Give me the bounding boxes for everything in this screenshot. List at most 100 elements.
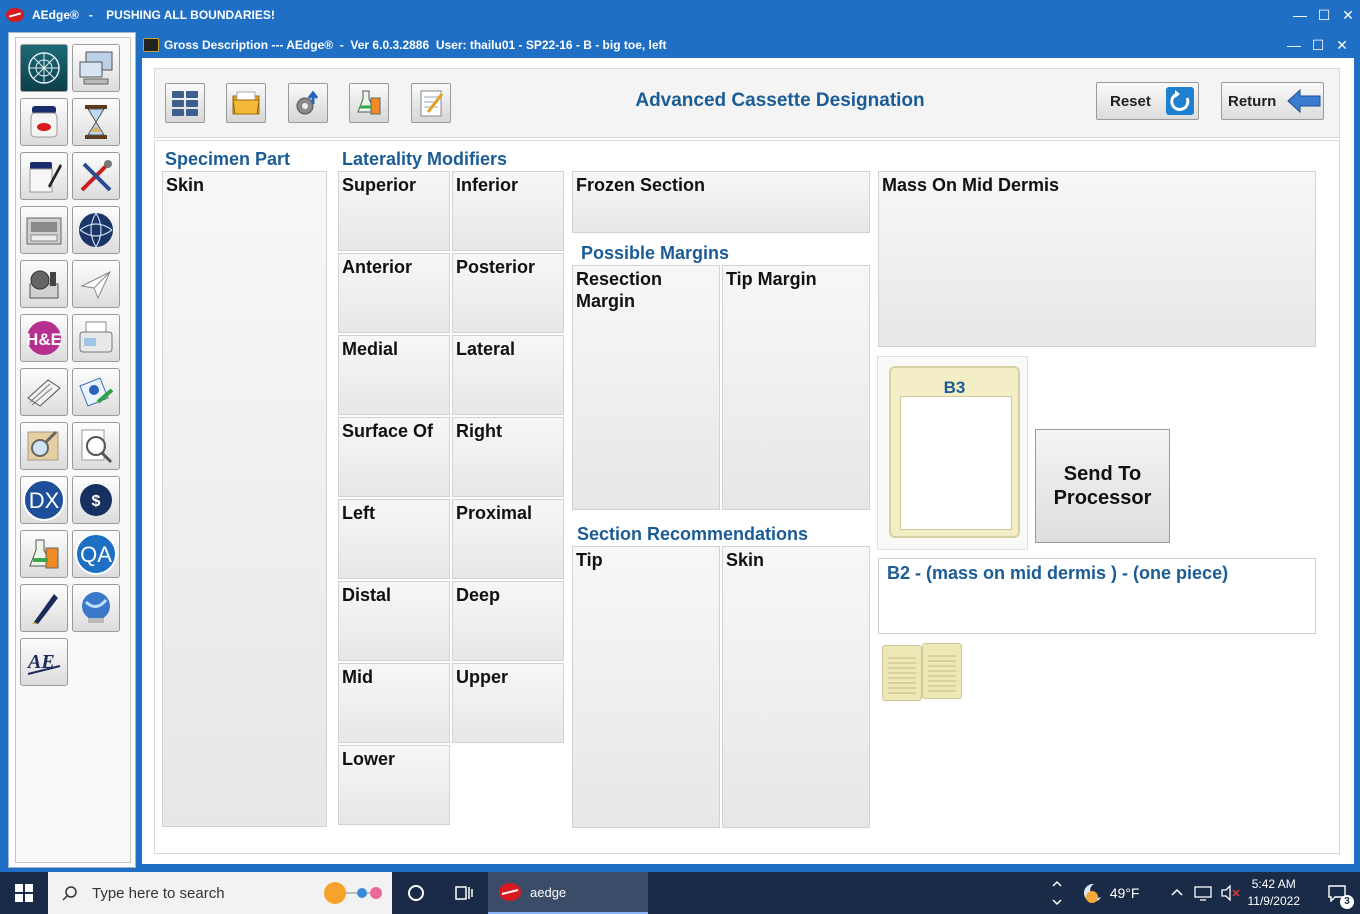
specimen-part-item[interactable]: Skin xyxy=(166,174,204,196)
possible-margins-heading: Possible Margins xyxy=(581,243,730,263)
specimen-part-list: Skin xyxy=(162,171,327,827)
laterality-item-surface-of[interactable]: Surface Of xyxy=(338,417,450,497)
outer-titlebar: AEdge® - PUSHING ALL BOUNDARIES! — ☐ ✕ xyxy=(0,0,1360,30)
weather-icon[interactable] xyxy=(1080,881,1104,905)
return-label: Return xyxy=(1228,92,1277,110)
dx-label: DX xyxy=(29,488,60,513)
slides-icon[interactable] xyxy=(20,368,68,416)
cassette-icon[interactable]: B3 xyxy=(889,366,1020,538)
margin-item-resection-margin[interactable]: Resection Margin xyxy=(572,265,720,510)
frozen-section-label: Frozen Section xyxy=(576,175,706,195)
laterality-item-mid[interactable]: Mid xyxy=(338,663,450,743)
margin-item-tip-margin[interactable]: Tip Margin xyxy=(722,265,870,510)
description-label: Mass On Mid Dermis xyxy=(882,175,1060,195)
close-button[interactable]: ✕ xyxy=(1336,7,1360,24)
billing-icon[interactable]: $ xyxy=(72,476,120,524)
system-tray: 49°F 5:42 AM 11/9/2022 3 xyxy=(1050,872,1360,914)
send-to-processor-label: Send To Processor xyxy=(1053,463,1152,509)
fax-icon[interactable] xyxy=(72,314,120,362)
description-box[interactable]: Mass On Mid Dermis xyxy=(878,171,1316,347)
clock-date: 11/9/2022 xyxy=(1247,894,1301,908)
existing-cassette-icon[interactable] xyxy=(882,645,922,701)
laterality-item-label: Lower xyxy=(342,749,396,769)
email-icon[interactable] xyxy=(72,368,120,416)
weather-temperature: 49°F xyxy=(1109,885,1140,901)
dx-icon[interactable]: DX xyxy=(20,476,68,524)
tray-scroll-icon[interactable] xyxy=(1050,876,1064,910)
laterality-item-label: Left xyxy=(342,503,375,523)
pen-icon[interactable] xyxy=(20,584,68,632)
laterality-item-inferior[interactable]: Inferior xyxy=(452,171,564,251)
cassette-summary-box: B2 - (mass on mid dermis ) - (one piece) xyxy=(878,558,1316,634)
laterality-item-label: Posterior xyxy=(456,257,536,277)
magnifier-icon[interactable] xyxy=(20,422,68,470)
back-arrow-icon xyxy=(1287,88,1321,114)
laterality-item-proximal[interactable]: Proximal xyxy=(452,499,564,579)
laterality-item-posterior[interactable]: Posterior xyxy=(452,253,564,333)
section-recommendations-heading: Section Recommendations xyxy=(577,524,809,544)
minimize-button[interactable]: — xyxy=(1282,37,1306,53)
network-icon[interactable] xyxy=(20,44,68,92)
laterality-item-deep[interactable]: Deep xyxy=(452,581,564,661)
notification-center-button[interactable]: 3 xyxy=(1314,872,1360,914)
aedge-logo-icon[interactable]: AE xyxy=(20,638,68,686)
laterality-item-superior[interactable]: Superior xyxy=(338,171,450,251)
processor-icon[interactable] xyxy=(20,206,68,254)
reset-button[interactable]: Reset xyxy=(1096,82,1199,120)
start-button[interactable] xyxy=(0,872,48,914)
taskbar-app-aedge[interactable]: aedge xyxy=(488,872,648,914)
cassette-summary-text: B2 - (mass on mid dermis ) - (one piece) xyxy=(887,563,1229,583)
laterality-item-lateral[interactable]: Lateral xyxy=(452,335,564,415)
hourglass-icon[interactable] xyxy=(72,98,120,146)
frozen-section-button[interactable]: Frozen Section xyxy=(572,171,870,233)
windows-icon xyxy=(15,884,33,902)
taskbar-search[interactable]: Type here to search xyxy=(48,872,392,914)
existing-cassette-icon[interactable] xyxy=(922,643,962,699)
tools-icon[interactable] xyxy=(72,152,120,200)
task-view-button[interactable] xyxy=(392,872,440,914)
web-icon[interactable] xyxy=(72,584,120,632)
laterality-item-label: Superior xyxy=(342,175,417,195)
laterality-item-label: Mid xyxy=(342,667,373,687)
send-to-processor-button[interactable]: Send To Processor xyxy=(1035,429,1170,543)
paper-plane-icon[interactable] xyxy=(72,260,120,308)
chevron-up-icon[interactable] xyxy=(1170,886,1184,900)
recommendation-item-tip[interactable]: Tip xyxy=(572,546,720,828)
lab-flask-icon[interactable] xyxy=(20,530,68,578)
recommendation-item-label: Tip xyxy=(576,550,603,570)
laterality-item-anterior[interactable]: Anterior xyxy=(338,253,450,333)
qa-icon[interactable]: QA xyxy=(72,530,120,578)
microtome-icon[interactable] xyxy=(20,260,68,308)
laterality-item-medial[interactable]: Medial xyxy=(338,335,450,415)
cassette-card: B3 xyxy=(877,356,1028,550)
close-button[interactable]: ✕ xyxy=(1330,37,1354,54)
laterality-item-distal[interactable]: Distal xyxy=(338,581,450,661)
maximize-button[interactable]: ☐ xyxy=(1312,7,1336,24)
sidebar-tiles: H&E DX $ QA AE xyxy=(15,37,131,863)
he-icon[interactable]: H&E xyxy=(20,314,68,362)
notification-count: 3 xyxy=(1340,895,1354,909)
return-button[interactable]: Return xyxy=(1221,82,1324,120)
recommendation-item-skin[interactable]: Skin xyxy=(722,546,870,828)
laterality-item-upper[interactable]: Upper xyxy=(452,663,564,743)
laterality-item-right[interactable]: Right xyxy=(452,417,564,497)
task-switch-button[interactable] xyxy=(440,872,488,914)
laterality-item-label: Anterior xyxy=(342,257,413,277)
laterality-item-label: Proximal xyxy=(456,503,533,523)
task-view-icon xyxy=(455,886,473,900)
container-pen-icon[interactable] xyxy=(20,152,68,200)
volume-muted-icon[interactable] xyxy=(1220,885,1240,901)
network-status-icon[interactable] xyxy=(1193,885,1212,901)
laterality-item-left[interactable]: Left xyxy=(338,499,450,579)
taskbar-clock[interactable]: 5:42 AM 11/9/2022 xyxy=(1248,876,1301,910)
minimize-button[interactable]: — xyxy=(1288,7,1312,23)
laterality-item-lower[interactable]: Lower xyxy=(338,745,450,825)
globe-icon[interactable] xyxy=(72,206,120,254)
document-search-icon[interactable] xyxy=(72,422,120,470)
specimen-jar-icon[interactable] xyxy=(20,98,68,146)
laterality-item-label: Inferior xyxy=(456,175,519,195)
computer-icon[interactable] xyxy=(72,44,120,92)
refresh-icon xyxy=(1165,87,1194,115)
outer-window-controls: — ☐ ✕ xyxy=(1288,0,1360,30)
maximize-button[interactable]: ☐ xyxy=(1306,37,1330,54)
